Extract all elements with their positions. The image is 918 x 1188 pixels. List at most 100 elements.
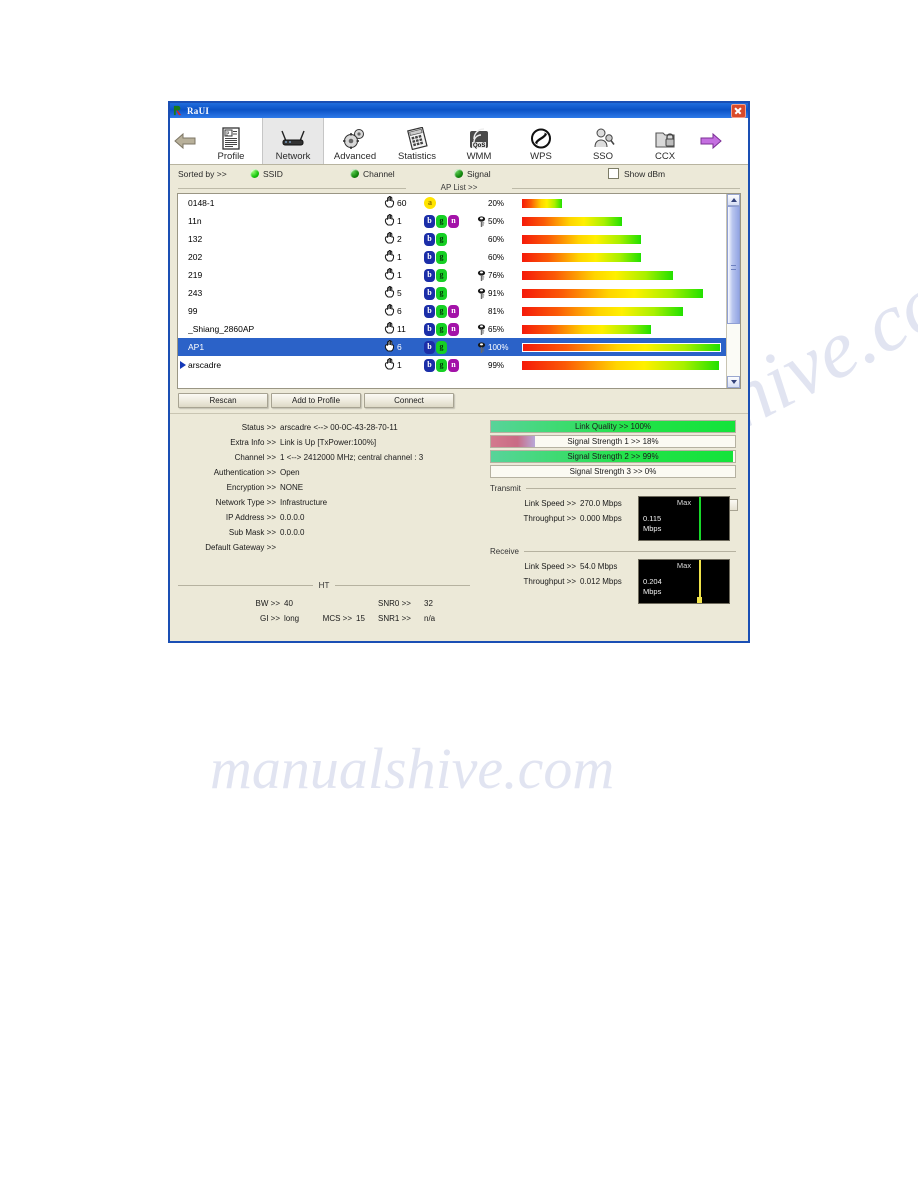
status-row: Status >> arscadre <--> 00-0C-43-28-70-11 — [178, 420, 478, 435]
ccx-icon — [654, 126, 676, 150]
tab-network[interactable]: Network — [262, 118, 324, 164]
table-row[interactable]: 132 2 b g 60% — [178, 230, 726, 248]
tx-throughput-label: Throughput >> — [523, 514, 576, 523]
status-value: Infrastructure — [280, 498, 328, 507]
tab-label: Profile — [217, 151, 245, 162]
table-row[interactable]: 99 6 b g n 81% — [178, 302, 726, 320]
table-row[interactable]: 219 1 b g 76% — [178, 266, 726, 284]
ap-channel: 60 — [384, 195, 424, 210]
ap-channel: 5 — [384, 285, 424, 300]
ap-security — [474, 323, 488, 335]
close-icon[interactable] — [731, 103, 746, 118]
tab-advanced[interactable]: Advanced — [324, 118, 386, 164]
metric-bar: Signal Strength 1 >> 18% — [490, 435, 736, 448]
metric-bar: Signal Strength 3 >> 0% — [490, 465, 736, 478]
scroll-track[interactable] — [727, 206, 740, 376]
ap-signal-bar — [522, 288, 726, 298]
metrics-panel: Link Quality >> 100% Signal Strength 1 >>… — [490, 420, 736, 604]
ap-signal-bar — [522, 216, 726, 226]
status-value: 0.0.0.0 — [280, 528, 305, 537]
status-label: Authentication >> — [213, 468, 276, 477]
rx-graph-value: 0.204 — [643, 577, 662, 586]
scroll-up-button[interactable] — [727, 194, 740, 206]
ap-channel: 2 — [384, 231, 424, 246]
ap-signal-bar — [522, 342, 726, 352]
connect-button[interactable]: Connect — [364, 393, 454, 408]
profile-icon: P — [221, 126, 241, 150]
table-row[interactable]: 243 5 b g 91% — [178, 284, 726, 302]
window-title: RaUI — [187, 105, 210, 116]
channel-hand-icon — [384, 303, 395, 318]
sort-option-signal[interactable]: Signal — [454, 169, 604, 179]
ap-list-scrollbar[interactable] — [726, 194, 740, 388]
tx-graph-value: 0.115 — [643, 514, 662, 523]
ap-list-table[interactable]: 0148-1 60 a 20% 11n 1 b g n 50% 132 2 b g 60% 202 1 b g 60%… — [177, 193, 741, 389]
mode-badge-b: b — [424, 232, 435, 246]
ap-signal-bar — [522, 234, 726, 244]
ap-modes: bgn — [424, 358, 474, 372]
mode-badge-b: b — [424, 268, 435, 282]
status-label: Status >> — [241, 423, 276, 432]
tx-graph-unit: Mbps — [643, 524, 662, 533]
rx-link-speed-label: Link Speed >> — [524, 562, 576, 571]
status-row: Encryption >> NONE — [178, 480, 478, 495]
table-row[interactable]: 11n 1 b g n 50% — [178, 212, 726, 230]
ap-signal-percent: 50% — [488, 216, 505, 226]
sort-option-ssid[interactable]: SSID — [250, 169, 346, 179]
mode-badge-g: g — [436, 250, 447, 264]
add-to-profile-button[interactable]: Add to Profile — [271, 393, 361, 408]
channel-hand-icon — [384, 357, 395, 372]
tab-profile[interactable]: P Profile — [200, 118, 262, 164]
back-button[interactable] — [170, 118, 200, 164]
tab-wps[interactable]: WPS — [510, 118, 572, 164]
ap-signal-percent: 99% — [488, 360, 505, 370]
watermark-horizontal: manualshive.com — [210, 736, 615, 801]
mode-badge-b: b — [424, 214, 435, 228]
mode-badge-g: g — [436, 358, 447, 372]
table-row[interactable]: arscadre 1 b g n 99% — [178, 356, 726, 374]
status-label: Extra Info >> — [230, 438, 276, 447]
tab-sso[interactable]: SSO — [572, 118, 634, 164]
scroll-thumb[interactable] — [727, 206, 740, 324]
snr1-value: n/a — [424, 614, 436, 623]
mode-badge-g: g — [436, 268, 447, 282]
forward-button[interactable] — [696, 118, 726, 164]
ap-ssid: 243 — [188, 288, 203, 298]
tab-statistics[interactable]: Statistics — [386, 118, 448, 164]
status-value: 0.0.0.0 — [280, 513, 305, 522]
ap-security — [474, 269, 488, 281]
mode-badge-g: g — [436, 286, 447, 300]
radio-led-icon — [350, 169, 359, 178]
table-row[interactable]: _Shiang_2860AP 11 b g n 65% — [178, 320, 726, 338]
tab-label: Network — [275, 151, 311, 162]
ap-signal-percent: 60% — [488, 252, 505, 262]
ap-signal-bar — [522, 198, 726, 208]
tx-link-speed-value: 270.0 Mbps — [580, 499, 622, 508]
transmit-graph: Max 0.115 Mbps — [638, 496, 730, 541]
rescan-button[interactable]: Rescan — [178, 393, 268, 408]
tx-graph-max-label: Max — [676, 498, 692, 507]
tab-ccx[interactable]: CCX — [634, 118, 696, 164]
tx-throughput-value: 0.000 Mbps — [580, 514, 622, 523]
show-dbm-checkbox[interactable]: Show dBm — [608, 168, 665, 179]
scroll-down-button[interactable] — [727, 376, 740, 388]
table-row[interactable]: 0148-1 60 a 20% — [178, 194, 726, 212]
table-row[interactable]: AP1 6 b g 100% — [178, 338, 726, 356]
tab-wmm[interactable]: QoS WMM — [448, 118, 510, 164]
sort-option-channel[interactable]: Channel — [350, 169, 450, 179]
right-arrow-icon — [700, 132, 722, 150]
status-label: Network Type >> — [215, 498, 276, 507]
status-value: arscadre <--> 00-0C-43-28-70-11 — [280, 423, 398, 432]
action-buttons: Rescan Add to Profile Connect — [178, 393, 748, 408]
table-row[interactable]: 202 1 b g 60% — [178, 248, 726, 266]
ap-ssid: 132 — [188, 234, 203, 244]
gears-icon — [342, 126, 368, 150]
ap-signal-bar — [522, 270, 726, 280]
sort-option-label: Channel — [363, 168, 395, 179]
receive-section: Receive Link Speed >> 54.0 Mbps Throughpu… — [490, 547, 736, 604]
ht-separator: HT — [178, 581, 471, 590]
ap-modes: bg — [424, 286, 474, 300]
channel-hand-icon — [384, 285, 395, 300]
statistics-icon — [405, 126, 429, 150]
status-value: Open — [280, 468, 300, 477]
